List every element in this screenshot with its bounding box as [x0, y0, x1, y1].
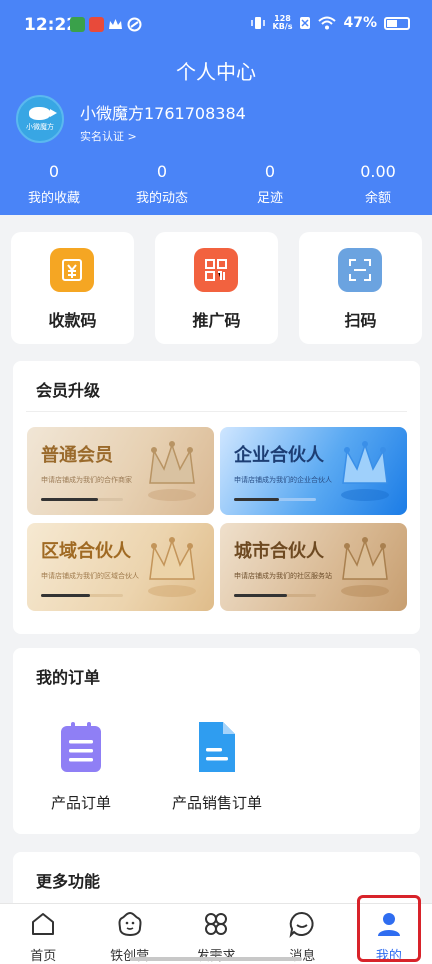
member-card-city[interactable]: 城市合伙人 申请店铺成为我们的社区服务站: [220, 523, 407, 611]
promo-code-card[interactable]: 推广码: [155, 232, 278, 344]
home-icon: [32, 913, 55, 935]
divider: [26, 411, 407, 412]
promo-qr-icon: [194, 248, 238, 292]
avatar-label: 小微魔方: [26, 122, 54, 131]
system-status: 128 KB/s 47%: [250, 14, 410, 31]
nav-home[interactable]: 首页: [0, 904, 86, 964]
membership-panel: 会员升级 普通会员 申请店铺成为我们的合作商家 企业合伙人 申请店铺成为我们的企…: [13, 361, 420, 634]
home-indicator: [130, 957, 302, 961]
stat-posts[interactable]: 0 我的动态: [108, 162, 216, 206]
more-features-title: 更多功能: [36, 872, 101, 891]
vibrate-icon: [250, 17, 265, 29]
avatar[interactable]: 小微魔方: [16, 95, 64, 143]
progress-bar: [41, 594, 123, 597]
progress-bar: [41, 498, 123, 501]
notification-icons: [70, 17, 142, 32]
chat-icon: [289, 911, 314, 938]
progress-bar: [234, 498, 316, 501]
product-sales-orders-button[interactable]: 产品销售订单: [166, 720, 268, 813]
highlight-box: [357, 895, 421, 962]
profile-header: 12:22 128 KB/s 47% 个人中心 小微魔方 小微魔方1761708…: [0, 0, 432, 215]
payment-code-card[interactable]: 收款码: [11, 232, 134, 344]
stat-favorites[interactable]: 0 我的收藏: [0, 162, 108, 206]
crown-icon: [148, 441, 196, 501]
battery-icon: [384, 16, 410, 30]
crown-icon: [341, 441, 389, 501]
product-orders-label: 产品订单: [50, 794, 111, 812]
clipboard-list-icon: [61, 722, 101, 772]
sim-off-icon: [300, 17, 311, 29]
app-notification-icon: [70, 17, 85, 32]
progress-bar: [234, 594, 316, 597]
page-title: 个人中心: [176, 60, 256, 84]
scan-label: 扫码: [344, 311, 377, 330]
fish-logo-icon: [29, 106, 57, 120]
payment-code-label: 收款码: [48, 311, 97, 330]
username: 小微魔方1761708384: [80, 104, 246, 123]
stats-row: 0 我的收藏 0 我的动态 0 足迹 0.00 余额: [0, 162, 432, 206]
battery-percent: 47%: [343, 15, 377, 31]
member-card-regular[interactable]: 普通会员 申请店铺成为我们的合作商家: [27, 427, 214, 515]
nav-post-demand[interactable]: 发需求: [173, 904, 259, 964]
scan-icon: [338, 248, 382, 292]
status-bar: 12:22 128 KB/s 47%: [0, 0, 432, 50]
orders-title: 我的订单: [36, 668, 101, 687]
payment-code-icon: [50, 248, 94, 292]
scan-card[interactable]: 扫码: [299, 232, 422, 344]
membership-title: 会员升级: [36, 381, 101, 400]
app-notification-icon: [89, 17, 104, 32]
member-card-enterprise[interactable]: 企业合伙人 申请店铺成为我们的企业合伙人: [220, 427, 407, 515]
crown-icon: [148, 537, 196, 597]
crown-icon: [341, 537, 389, 597]
app-notification-icon: [127, 17, 142, 32]
product-orders-button[interactable]: 产品订单: [44, 720, 118, 813]
stat-balance[interactable]: 0.00 余额: [324, 162, 432, 206]
nav-messages[interactable]: 消息: [259, 904, 345, 964]
wifi-icon: [318, 16, 337, 30]
document-icon: [199, 722, 235, 772]
network-speed: 128 KB/s: [272, 14, 293, 31]
nav-camp[interactable]: 铁创营: [86, 904, 172, 964]
promo-code-label: 推广码: [192, 311, 241, 330]
crown-notification-icon: [108, 17, 123, 32]
verify-link[interactable]: 实名认证 >: [80, 128, 137, 144]
camp-icon: [118, 911, 142, 937]
grid-clover-icon: [205, 913, 228, 935]
member-card-regional[interactable]: 区域合伙人 申请店铺成为我们的区域合伙人: [27, 523, 214, 611]
stat-footprints[interactable]: 0 足迹: [216, 162, 324, 206]
product-sales-orders-label: 产品销售订单: [171, 794, 262, 812]
